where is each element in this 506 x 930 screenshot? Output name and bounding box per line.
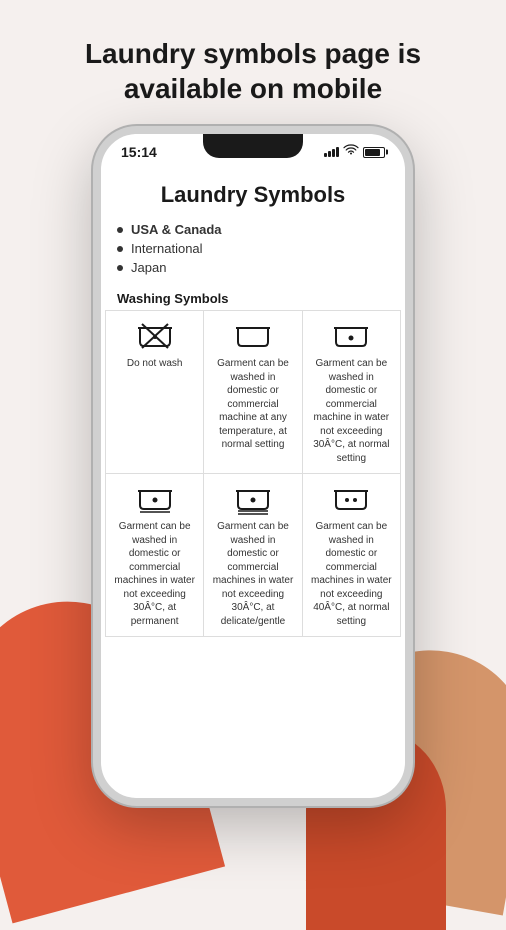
symbol-cell-do-not-wash: Do not wash bbox=[106, 311, 204, 473]
nav-label-international: International bbox=[131, 241, 203, 256]
nav-item-international[interactable]: International bbox=[117, 239, 389, 258]
section-header: Washing Symbols bbox=[101, 285, 405, 310]
do-not-wash-text: Do not wash bbox=[127, 357, 183, 371]
symbol-cell-wash-30-perm: Garment can be washed in domestic or com… bbox=[106, 474, 204, 636]
wifi-icon bbox=[344, 145, 358, 159]
symbol-row-1: Do not wash Garment can be washed in dom… bbox=[106, 311, 401, 474]
nav-label-japan: Japan bbox=[131, 260, 166, 275]
wash-30-delicate-icon bbox=[233, 482, 273, 514]
nav-bullet-usa bbox=[117, 227, 123, 233]
wash-40-icon bbox=[331, 482, 371, 514]
battery-icon bbox=[363, 147, 385, 158]
symbol-grid: Do not wash Garment can be washed in dom… bbox=[105, 310, 401, 637]
wash-30-text: Garment can be washed in domestic or com… bbox=[309, 357, 394, 465]
screen-content[interactable]: Laundry Symbols USA & Canada Internation… bbox=[101, 166, 405, 798]
do-not-wash-icon bbox=[135, 319, 175, 351]
symbol-cell-wash-30: Garment can be washed in domestic or com… bbox=[303, 311, 401, 473]
wash-30-perm-icon bbox=[135, 482, 175, 514]
wash-30-icon bbox=[331, 319, 371, 351]
status-time: 15:14 bbox=[121, 144, 157, 160]
symbol-cell-wash-30-delicate: Garment can be washed in domestic or com… bbox=[204, 474, 302, 636]
signal-icon bbox=[324, 147, 339, 157]
symbol-row-2: Garment can be washed in domestic or com… bbox=[106, 474, 401, 637]
nav-bullet-international bbox=[117, 246, 123, 252]
wash-any-icon bbox=[233, 319, 273, 351]
symbol-cell-wash-40: Garment can be washed in domestic or com… bbox=[303, 474, 401, 636]
nav-bullet-japan bbox=[117, 265, 123, 271]
wash-30-perm-text: Garment can be washed in domestic or com… bbox=[112, 520, 197, 628]
wash-any-text: Garment can be washed in domestic or com… bbox=[210, 357, 295, 452]
wash-40-text: Garment can be washed in domestic or com… bbox=[309, 520, 394, 628]
page-headline: Laundry symbols page is available on mob… bbox=[0, 36, 506, 106]
nav-links: USA & Canada International Japan bbox=[101, 220, 405, 285]
symbol-cell-wash-any: Garment can be washed in domestic or com… bbox=[204, 311, 302, 473]
app-title: Laundry Symbols bbox=[101, 166, 405, 220]
nav-item-japan[interactable]: Japan bbox=[117, 258, 389, 277]
phone-frame: 15:14 bbox=[93, 126, 413, 806]
status-icons bbox=[324, 145, 385, 159]
nav-item-usa[interactable]: USA & Canada bbox=[117, 220, 389, 239]
phone-screen: 15:14 bbox=[101, 134, 405, 798]
nav-label-usa: USA & Canada bbox=[131, 222, 222, 237]
wash-30-delicate-text: Garment can be washed in domestic or com… bbox=[210, 520, 295, 628]
phone-notch bbox=[203, 134, 303, 158]
